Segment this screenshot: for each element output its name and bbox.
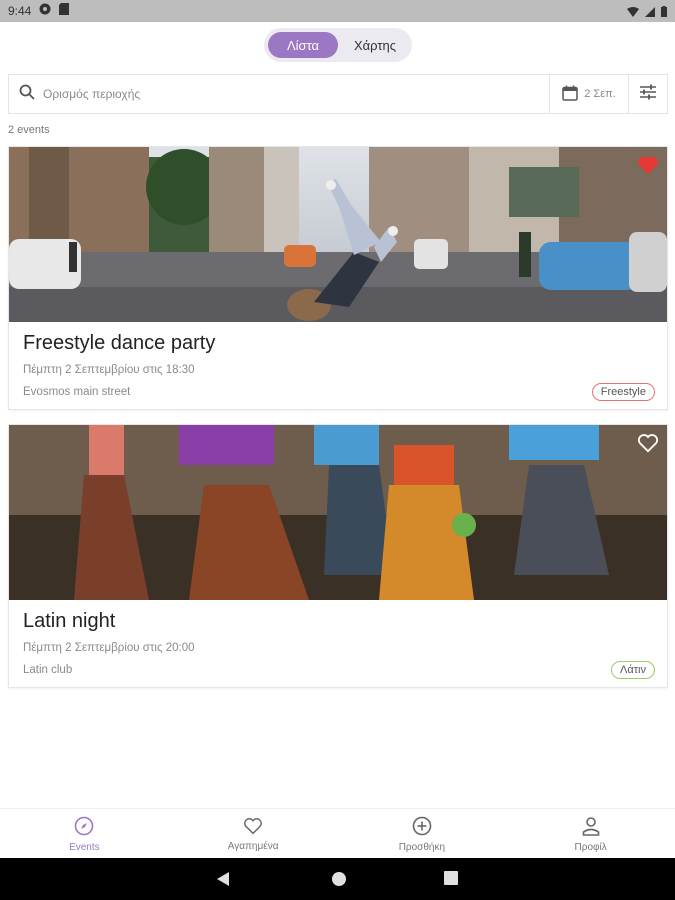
home-icon[interactable] [331,871,347,892]
nav-favorites-label: Αγαπημένα [227,840,279,852]
event-place: Latin club [23,664,73,676]
search-field [9,75,549,113]
area-search-input[interactable] [41,86,525,102]
status-bar: 9:44 [0,0,675,22]
notification-icon [39,2,51,20]
event-date: Πέμπτη 2 Σεπτεμβρίου στις 18:30 [23,364,195,376]
nav-favorites[interactable]: Αγαπημένα [169,809,338,859]
nav-profile-label: Προφίλ [574,841,607,853]
back-icon[interactable] [216,871,230,892]
bottom-navigation: Events Αγαπημένα Προσθήκη Προφίλ [0,808,675,859]
nav-events-label: Events [69,841,100,853]
event-place: Evosmos main street [23,386,131,398]
view-toggle: Λίστα Χάρτης [264,28,412,62]
status-time: 9:44 [8,4,32,18]
date-filter-label: 2 Σεπ. [584,88,616,100]
favorite-outline-heart-icon[interactable] [637,433,659,453]
list-view-button[interactable]: Λίστα [268,32,338,58]
sliders-icon [639,84,657,105]
person-icon [582,816,600,839]
compass-icon [74,816,94,839]
nav-events[interactable]: Events [0,809,169,859]
search-bar: 2 Σεπ. [8,74,668,114]
nav-profile[interactable]: Προφίλ [506,809,675,859]
battery-icon [661,4,667,22]
event-date: Πέμπτη 2 Σεπτεμβρίου στις 20:00 [23,642,195,654]
calendar-icon [562,85,578,104]
nav-add[interactable]: Προσθήκη [338,809,507,859]
event-title: Latin night [23,610,116,632]
wifi-icon [627,4,639,22]
event-card[interactable]: Latin night Πέμπτη 2 Σεπτεμβρίου στις 20… [8,424,668,688]
event-tag: Freestyle [591,383,655,401]
add-circle-icon [412,816,432,839]
nav-add-label: Προσθήκη [398,841,446,853]
search-icon [19,84,35,105]
event-title: Freestyle dance party [23,332,216,354]
event-image-latin-dancers [9,425,667,600]
events-count: 2 events [8,124,50,136]
event-card[interactable]: Freestyle dance party Πέμπτη 2 Σεπτεμβρί… [8,146,668,410]
heart-icon [243,817,263,838]
sd-card-icon [59,2,70,20]
event-tag: Λάτιν [611,661,655,679]
date-filter-button[interactable]: 2 Σεπ. [549,75,628,113]
system-navigation-bar [0,858,675,900]
event-image-street-dance [9,147,667,322]
filters-button[interactable] [628,75,667,113]
map-view-button[interactable]: Χάρτης [340,32,410,58]
recents-icon[interactable] [444,871,458,890]
favorite-heart-icon[interactable] [637,155,659,175]
cell-signal-icon [645,4,655,22]
